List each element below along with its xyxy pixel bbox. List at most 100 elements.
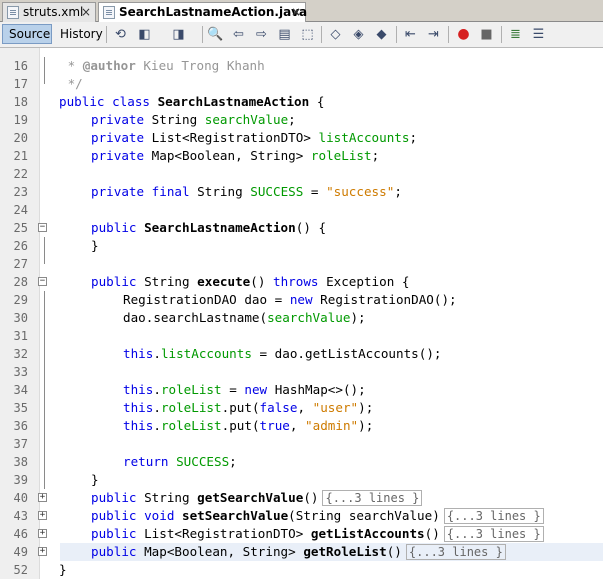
line-number: 43 bbox=[13, 509, 28, 523]
code-text: this.roleList.put(true, "admin"); bbox=[123, 418, 374, 433]
code-line: 39 } bbox=[0, 471, 603, 489]
code-text: public String getSearchValue() {...3 line… bbox=[91, 489, 423, 507]
find-icon[interactable]: 🔍 bbox=[207, 26, 224, 43]
prev-bookmark-icon[interactable]: ◇ bbox=[327, 26, 344, 43]
code-line: 20 private List<RegistrationDTO> listAcc… bbox=[0, 129, 603, 147]
stop-macro-icon[interactable]: ■ bbox=[478, 26, 495, 43]
code-line: 26 } bbox=[0, 237, 603, 255]
code-text: } bbox=[91, 238, 99, 253]
start-macro-icon[interactable]: ● bbox=[455, 26, 472, 43]
comment-icon[interactable]: ≣ bbox=[507, 26, 524, 43]
line-number: 35 bbox=[13, 401, 28, 415]
code-text: private Map<Boolean, String> roleList; bbox=[91, 148, 380, 163]
line-number: 34 bbox=[13, 383, 28, 397]
expand-fold-icon[interactable]: + bbox=[38, 547, 47, 556]
tab-searchlastnameaction-java[interactable]: SearchLastnameAction.java × bbox=[98, 2, 308, 22]
code-text: public SearchLastnameAction() { bbox=[91, 220, 327, 235]
close-icon[interactable]: × bbox=[81, 3, 91, 21]
code-line: 17 */ bbox=[0, 75, 603, 93]
tab-struts-xml[interactable]: struts.xml × bbox=[2, 2, 96, 22]
code-line: 38 return SUCCESS; bbox=[0, 453, 603, 471]
uncomment-icon[interactable]: ☰ bbox=[530, 26, 547, 43]
shift-left-icon[interactable]: ⇤ bbox=[402, 26, 419, 43]
code-line: 28 − public String execute() throws Exce… bbox=[0, 273, 603, 291]
line-number: 46 bbox=[13, 527, 28, 541]
prev-occurrence-icon[interactable]: ⇦ bbox=[230, 26, 247, 43]
code-text: private final String SUCCESS = "success"… bbox=[91, 184, 402, 199]
editor-tab-bar: struts.xml × SearchLastnameAction.java × bbox=[0, 0, 603, 22]
toggle-rectangular-icon[interactable]: ⬚ bbox=[299, 26, 316, 43]
line-number: 28 bbox=[13, 275, 28, 289]
go-forward-icon[interactable]: ◨ bbox=[170, 26, 187, 43]
code-text: * @author Kieu Trong Khanh bbox=[60, 58, 265, 73]
code-line: 35 this.roleList.put(false, "user"); bbox=[0, 399, 603, 417]
line-number: 19 bbox=[13, 113, 28, 127]
collapse-fold-icon[interactable]: − bbox=[38, 223, 47, 232]
code-text: } bbox=[59, 562, 67, 577]
code-line-current: 49 + public Map<Boolean, String> getRole… bbox=[0, 543, 603, 561]
line-number: 32 bbox=[13, 347, 28, 361]
code-line: 33 bbox=[0, 363, 603, 381]
line-number: 22 bbox=[13, 167, 28, 181]
code-text: this.roleList.put(false, "user"); bbox=[123, 400, 374, 415]
code-line: 40 + public String getSearchValue() {...3… bbox=[0, 489, 603, 507]
code-line: 29 RegistrationDAO dao = new Registratio… bbox=[0, 291, 603, 309]
code-text: } bbox=[91, 472, 99, 487]
code-text: public List<RegistrationDTO> getListAcco… bbox=[91, 525, 544, 543]
line-number: 29 bbox=[13, 293, 28, 307]
line-number: 36 bbox=[13, 419, 28, 433]
code-line: 52 } bbox=[0, 561, 603, 579]
code-line: 18 public class SearchLastnameAction { bbox=[0, 93, 603, 111]
line-number: 23 bbox=[13, 185, 28, 199]
code-text: RegistrationDAO dao = new RegistrationDA… bbox=[123, 292, 457, 307]
line-number: 39 bbox=[13, 473, 28, 487]
expand-fold-icon[interactable]: + bbox=[38, 493, 47, 502]
code-line: 19 private String searchValue; bbox=[0, 111, 603, 129]
code-text: public Map<Boolean, String> getRoleList(… bbox=[91, 543, 506, 561]
go-back-icon[interactable]: ◧ bbox=[136, 26, 153, 43]
toolbar-separator bbox=[448, 26, 449, 43]
toggle-highlight-icon[interactable]: ▤ bbox=[276, 26, 293, 43]
next-occurrence-icon[interactable]: ⇨ bbox=[253, 26, 270, 43]
folded-code-block[interactable]: {...3 lines } bbox=[405, 544, 506, 560]
code-editor[interactable]: 16 * @author Kieu Trong Khanh 17 */ 18 p… bbox=[0, 48, 603, 579]
java-file-icon bbox=[103, 6, 115, 19]
next-bookmark-icon[interactable]: ◈ bbox=[350, 26, 367, 43]
history-back-icon[interactable]: ⟲ bbox=[112, 26, 129, 43]
tab-label: SearchLastnameAction.java bbox=[119, 5, 308, 19]
tab-label: struts.xml bbox=[23, 5, 84, 19]
code-line: 22 bbox=[0, 165, 603, 183]
shift-right-icon[interactable]: ⇥ bbox=[425, 26, 442, 43]
code-text: this.listAccounts = dao.getListAccounts(… bbox=[123, 346, 442, 361]
code-text: public void setSearchValue(String search… bbox=[91, 507, 544, 525]
folded-code-block[interactable]: {...3 lines } bbox=[322, 490, 423, 506]
line-number: 27 bbox=[13, 257, 28, 271]
code-text: this.roleList = new HashMap<>(); bbox=[123, 382, 366, 397]
toolbar-separator bbox=[202, 26, 203, 43]
close-icon[interactable]: × bbox=[291, 3, 301, 21]
code-line: 31 bbox=[0, 327, 603, 345]
line-number: 38 bbox=[13, 455, 28, 469]
code-line: 25 − public SearchLastnameAction() { bbox=[0, 219, 603, 237]
source-button[interactable]: Source bbox=[2, 24, 52, 44]
expand-fold-icon[interactable]: + bbox=[38, 511, 47, 520]
code-line: 43 + public void setSearchValue(String s… bbox=[0, 507, 603, 525]
toolbar-separator bbox=[321, 26, 322, 43]
toggle-bookmark-icon[interactable]: ◆ bbox=[373, 26, 390, 43]
line-number: 24 bbox=[13, 203, 28, 217]
code-text: private List<RegistrationDTO> listAccoun… bbox=[91, 130, 418, 145]
expand-fold-icon[interactable]: + bbox=[38, 529, 47, 538]
folded-code-block[interactable]: {...3 lines } bbox=[443, 526, 544, 542]
line-number: 26 bbox=[13, 239, 28, 253]
code-text: return SUCCESS; bbox=[123, 454, 237, 469]
code-line: 32 this.listAccounts = dao.getListAccoun… bbox=[0, 345, 603, 363]
line-number: 52 bbox=[13, 563, 28, 577]
code-text: public String execute() throws Exception… bbox=[91, 274, 410, 289]
collapse-fold-icon[interactable]: − bbox=[38, 277, 47, 286]
line-number: 33 bbox=[13, 365, 28, 379]
history-button[interactable]: History bbox=[54, 24, 103, 44]
toolbar-separator bbox=[501, 26, 502, 43]
toolbar-separator bbox=[396, 26, 397, 43]
line-number: 21 bbox=[13, 149, 28, 163]
folded-code-block[interactable]: {...3 lines } bbox=[443, 508, 544, 524]
